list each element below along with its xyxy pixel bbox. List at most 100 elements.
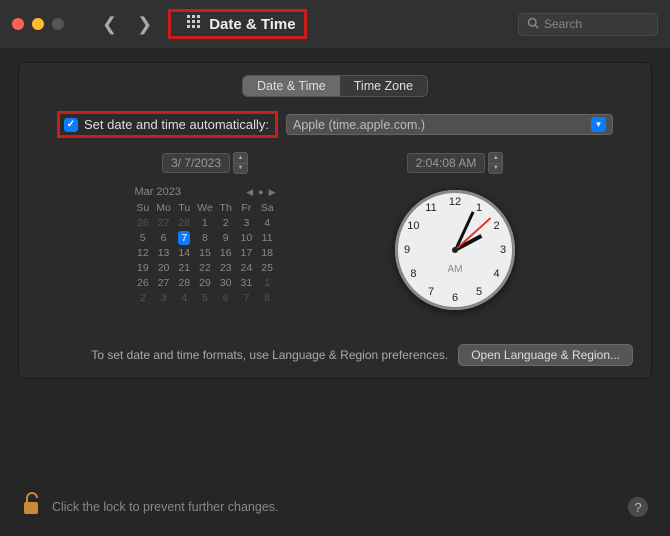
tab-date-time[interactable]: Date & Time — [243, 76, 340, 96]
calendar-day[interactable]: 6 — [153, 230, 174, 245]
calendar-day[interactable]: 17 — [236, 245, 257, 260]
calendar-dow: Mo — [153, 200, 174, 215]
calendar-day[interactable]: 28 — [174, 215, 195, 230]
clock-numeral: 12 — [449, 196, 461, 208]
calendar-day[interactable]: 29 — [195, 275, 216, 290]
page-title: Date & Time — [209, 16, 295, 33]
calendar[interactable]: Mar 2023 ◀ ● ▶ SuMoTuWeThFrSa 2627281234… — [133, 184, 278, 305]
titlebar: ❮ ❯ Date & Time Search — [0, 0, 670, 48]
calendar-day[interactable]: 11 — [257, 230, 278, 245]
calendar-next-icon[interactable]: ▶ — [269, 187, 276, 198]
calendar-day[interactable]: 18 — [257, 245, 278, 260]
calendar-day[interactable]: 7 — [236, 290, 257, 305]
calendar-day[interactable]: 25 — [257, 260, 278, 275]
calendar-day[interactable]: 26 — [133, 275, 154, 290]
formats-hint-row: To set date and time formats, use Langua… — [37, 344, 633, 366]
forward-button[interactable]: ❯ — [131, 14, 158, 35]
calendar-dow: Sa — [257, 200, 278, 215]
clock-numeral: 9 — [404, 244, 410, 256]
calendar-day[interactable]: 7 — [174, 230, 195, 245]
time-field[interactable]: 2:04:08 AM — [407, 153, 486, 173]
search-input[interactable]: Search — [518, 13, 658, 36]
calendar-day[interactable]: 2 — [215, 215, 236, 230]
calendar-day[interactable]: 2 — [133, 290, 154, 305]
auto-set-checkbox[interactable]: ✓ — [64, 118, 78, 132]
open-language-region-button[interactable]: Open Language & Region... — [458, 344, 633, 366]
calendar-day[interactable]: 1 — [195, 215, 216, 230]
calendar-dow: We — [195, 200, 216, 215]
formats-hint: To set date and time formats, use Langua… — [91, 348, 448, 362]
calendar-day[interactable]: 15 — [195, 245, 216, 260]
search-placeholder: Search — [544, 17, 582, 31]
calendar-day[interactable]: 8 — [195, 230, 216, 245]
time-column: 2:04:08 AM ▲▼ AM 121234567891011 — [345, 152, 565, 310]
calendar-dow: Th — [215, 200, 236, 215]
calendar-day[interactable]: 1 — [257, 275, 278, 290]
lock-text: Click the lock to prevent further change… — [52, 500, 279, 514]
calendar-day[interactable]: 10 — [236, 230, 257, 245]
calendar-day[interactable]: 14 — [174, 245, 195, 260]
lock-row: Click the lock to prevent further change… — [22, 492, 648, 522]
clock-numeral: 11 — [425, 202, 436, 214]
calendar-day[interactable]: 5 — [133, 230, 154, 245]
calendar-day[interactable]: 27 — [153, 215, 174, 230]
calendar-day[interactable]: 24 — [236, 260, 257, 275]
clock-numeral: 6 — [452, 292, 458, 304]
show-all-icon[interactable] — [187, 15, 201, 33]
calendar-day[interactable]: 4 — [257, 215, 278, 230]
clock-numeral: 8 — [410, 268, 416, 280]
time-server-dropdown[interactable]: Apple (time.apple.com.) ▾ — [286, 114, 613, 135]
calendar-dow: Fr — [236, 200, 257, 215]
calendar-day[interactable]: 9 — [215, 230, 236, 245]
date-field[interactable]: 3/ 7/2023 — [162, 153, 230, 173]
date-column: 3/ 7/2023 ▲▼ Mar 2023 ◀ ● ▶ SuMoTuWeThFr… — [105, 152, 305, 305]
time-server-value: Apple (time.apple.com.) — [293, 118, 425, 132]
calendar-day[interactable]: 3 — [236, 215, 257, 230]
calendar-day[interactable]: 27 — [153, 275, 174, 290]
calendar-day[interactable]: 20 — [153, 260, 174, 275]
calendar-today-icon[interactable]: ● — [258, 187, 263, 198]
window-controls — [12, 18, 64, 30]
calendar-day[interactable]: 8 — [257, 290, 278, 305]
calendar-day[interactable]: 31 — [236, 275, 257, 290]
calendar-day[interactable]: 16 — [215, 245, 236, 260]
clock-numeral: 2 — [494, 220, 500, 232]
time-stepper[interactable]: ▲▼ — [488, 152, 503, 174]
calendar-day[interactable]: 30 — [215, 275, 236, 290]
calendar-day[interactable]: 4 — [174, 290, 195, 305]
calendar-day[interactable]: 12 — [133, 245, 154, 260]
calendar-day[interactable]: 26 — [133, 215, 154, 230]
tabs: Date & Time Time Zone — [37, 75, 633, 97]
clock-numeral: 7 — [428, 286, 434, 298]
analog-clock[interactable]: AM 121234567891011 — [395, 190, 515, 310]
auto-set-label: Set date and time automatically: — [84, 117, 269, 132]
help-button[interactable]: ? — [628, 497, 648, 517]
calendar-day[interactable]: 28 — [174, 275, 195, 290]
chevron-down-icon: ▾ — [591, 117, 606, 132]
back-button[interactable]: ❮ — [96, 14, 123, 35]
calendar-day[interactable]: 6 — [215, 290, 236, 305]
clock-numeral: 10 — [407, 220, 419, 232]
calendar-month-label: Mar 2023 — [135, 186, 181, 198]
clock-numeral: 1 — [476, 202, 482, 214]
clock-numeral: 3 — [500, 244, 506, 256]
auto-set-highlight: ✓ Set date and time automatically: — [57, 111, 278, 138]
calendar-day[interactable]: 13 — [153, 245, 174, 260]
calendar-day[interactable]: 3 — [153, 290, 174, 305]
tab-time-zone[interactable]: Time Zone — [340, 76, 427, 96]
calendar-day[interactable]: 22 — [195, 260, 216, 275]
minimize-window-button[interactable] — [32, 18, 44, 30]
date-stepper[interactable]: ▲▼ — [233, 152, 248, 174]
zoom-window-button[interactable] — [52, 18, 64, 30]
clock-numeral: 5 — [476, 286, 482, 298]
close-window-button[interactable] — [12, 18, 24, 30]
calendar-day[interactable]: 5 — [195, 290, 216, 305]
calendar-day[interactable]: 19 — [133, 260, 154, 275]
lock-icon[interactable] — [22, 492, 42, 522]
search-icon — [527, 17, 539, 32]
calendar-prev-icon[interactable]: ◀ — [246, 187, 253, 198]
calendar-day[interactable]: 21 — [174, 260, 195, 275]
main-panel: Date & Time Time Zone ✓ Set date and tim… — [18, 62, 652, 379]
calendar-day[interactable]: 23 — [215, 260, 236, 275]
clock-ampm: AM — [448, 264, 463, 275]
